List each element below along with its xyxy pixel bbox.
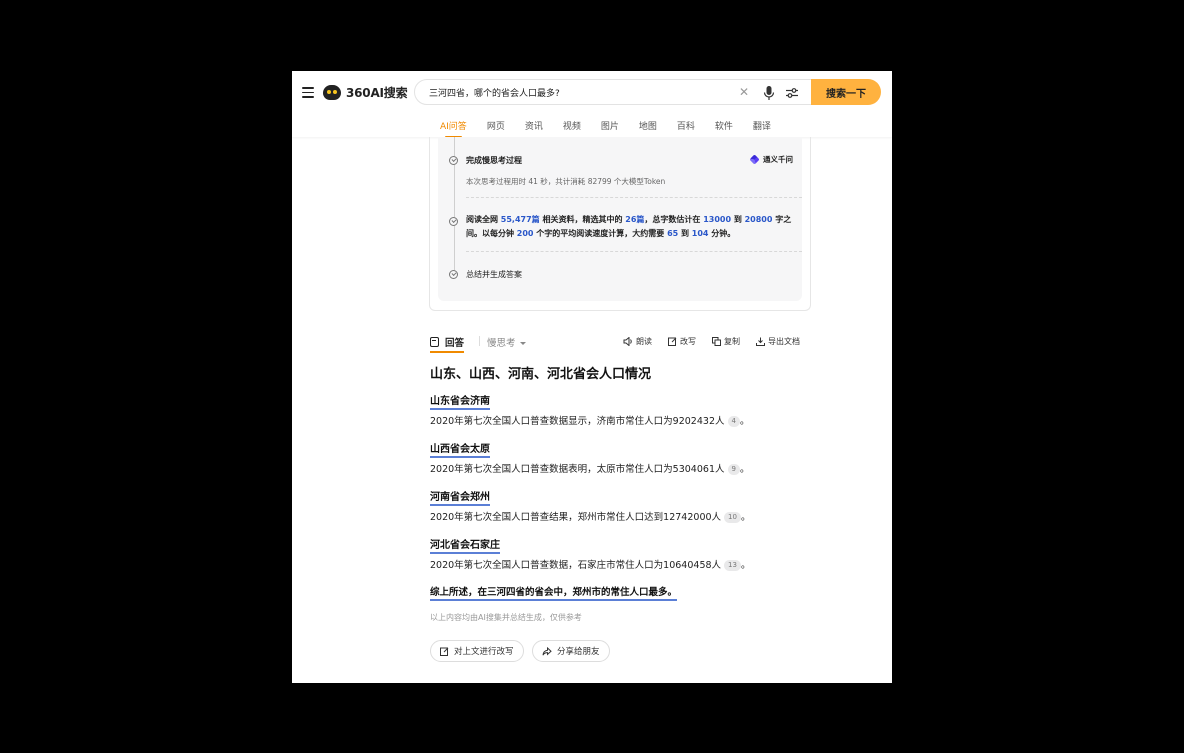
answer-title: 山东、山西、河南、河北省会人口情况	[430, 367, 652, 382]
ai-disclaimer: 以上内容均由AI搜集并总结生成，仅供参考	[430, 613, 582, 622]
step-subtitle: 本次思考过程用时 41 秒，共计消耗 82799 个大模型Token	[466, 177, 666, 186]
logo-text: 360AI搜索	[346, 85, 408, 100]
min-minutes: 65	[667, 229, 679, 238]
microphone-icon[interactable]	[762, 85, 776, 101]
check-circle-icon	[449, 156, 458, 165]
read-aloud-button[interactable]: 朗读	[623, 336, 652, 347]
divider	[479, 336, 480, 346]
speaker-icon	[623, 337, 632, 346]
tab-video[interactable]: 视频	[563, 119, 581, 137]
thinking-panel: 完成慢思考过程 通义千问 本次思考过程用时 41 秒，共计消耗 82799 个大…	[438, 137, 802, 301]
max-minutes: 104	[691, 229, 709, 238]
tab-ai-answer[interactable]: AI问答	[440, 119, 467, 138]
thinking-card: 完成慢思考过程 通义千问 本次思考过程用时 41 秒，共计消耗 82799 个大…	[429, 137, 811, 311]
edit-icon	[668, 337, 677, 346]
menu-icon[interactable]	[302, 87, 314, 98]
search-input[interactable]	[429, 84, 719, 100]
header: 360AI搜索 ✕ 搜索一下 AI问答 网页 资讯 视频 图片 地图	[292, 71, 892, 138]
tab-software[interactable]: 软件	[715, 119, 733, 137]
model-name: 通义千问	[763, 155, 793, 164]
model-tag: 通义千问	[749, 154, 793, 165]
close-icon[interactable]: ✕	[739, 85, 749, 99]
tab-web[interactable]: 网页	[487, 119, 505, 137]
tab-map[interactable]: 地图	[639, 119, 657, 137]
section-heading: 河北省会石家庄	[430, 536, 500, 554]
citation-badge[interactable]: 4	[727, 416, 740, 427]
logo-icon	[323, 84, 341, 100]
section-text: 2020年第七次全国人口普查数据，石家庄市常住人口为10640458人 13。	[430, 560, 751, 571]
copy-button[interactable]: 复制	[712, 336, 740, 347]
section-text: 2020年第七次全国人口普查数据显示，济南市常住人口为9202432人 4。	[430, 416, 750, 427]
rewrite-button[interactable]: 改写	[668, 336, 696, 347]
words-min: 13000	[703, 215, 732, 224]
words-max: 20800	[744, 215, 773, 224]
copy-icon	[712, 337, 721, 346]
citation-badge[interactable]: 9	[727, 464, 740, 475]
section-heading: 河南省会郑州	[430, 488, 490, 506]
tab-answer[interactable]: 回答	[430, 335, 465, 353]
step-title: 完成慢思考过程	[466, 156, 522, 165]
tab-translate[interactable]: 翻译	[753, 119, 771, 137]
section-heading: 山东省会济南	[430, 392, 490, 410]
search-tabs: AI问答 网页 资讯 视频 图片 地图 百科 软件 翻译	[440, 119, 791, 138]
articles-count: 55,477篇	[500, 215, 540, 224]
divider	[466, 197, 802, 198]
page: 360AI搜索 ✕ 搜索一下 AI问答 网页 资讯 视频 图片 地图	[292, 71, 892, 683]
section-text: 2020年第七次全国人口普查结果，郑州市常住人口达到12742000人 10。	[430, 512, 751, 523]
step-title: 总结并生成答案	[466, 270, 522, 279]
chevron-down-icon	[519, 342, 526, 345]
reading-summary: 阅读全网 55,477篇 相关资料，精选其中的 26篇，总字数估计在 13000…	[466, 215, 792, 238]
edit-icon	[440, 647, 449, 656]
check-circle-icon	[449, 217, 458, 226]
tongyi-logo-icon	[749, 154, 760, 165]
logo[interactable]: 360AI搜索	[323, 83, 408, 101]
check-circle-icon	[449, 270, 458, 279]
tab-baike[interactable]: 百科	[677, 119, 695, 137]
export-document-button[interactable]: 导出文档	[756, 336, 800, 347]
answer-summary: 综上所述，在三河四省的省会中，郑州市的常住人口最多。	[430, 584, 678, 601]
share-button[interactable]: 分享给朋友	[532, 640, 610, 662]
share-icon	[542, 646, 552, 656]
tab-slow-thinking[interactable]: 慢思考	[487, 335, 526, 349]
tab-images[interactable]: 图片	[601, 119, 619, 137]
section-text: 2020年第七次全国人口普查数据表明，太原市常住人口为5304061人 9。	[430, 464, 750, 475]
reading-speed: 200	[516, 229, 534, 238]
section-heading: 山西省会太原	[430, 440, 490, 458]
citation-badge[interactable]: 10	[724, 512, 741, 523]
selected-count: 26篇	[625, 215, 645, 224]
document-icon	[430, 337, 439, 347]
search-button[interactable]: 搜索一下	[811, 79, 881, 105]
rewrite-context-button[interactable]: 对上文进行改写	[430, 640, 524, 662]
download-icon	[756, 337, 765, 346]
tab-news[interactable]: 资讯	[525, 119, 543, 137]
divider	[466, 251, 802, 252]
citation-badge[interactable]: 13	[724, 560, 741, 571]
answer-toolbar: 回答 慢思考 朗读 改写 复制 导出文档	[430, 333, 810, 353]
settings-sliders-icon[interactable]	[785, 86, 799, 100]
